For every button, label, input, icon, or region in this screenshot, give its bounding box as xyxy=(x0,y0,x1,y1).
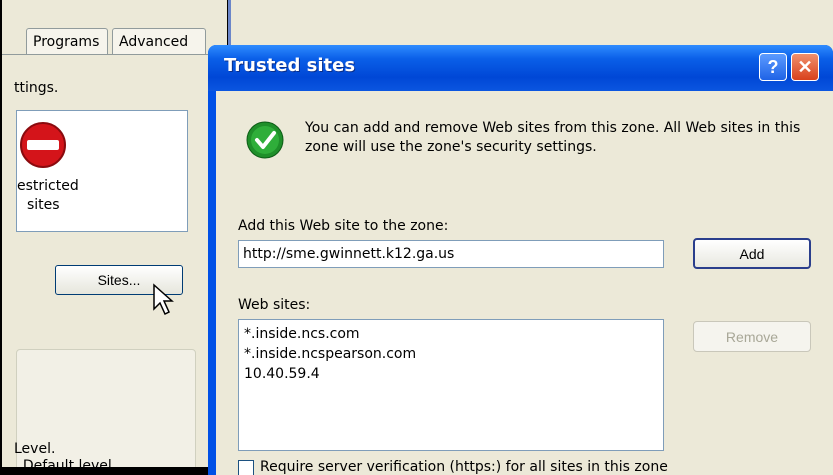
mouse-cursor-icon xyxy=(153,283,174,316)
internet-options-window: Programs Advanced ttings. estricted site… xyxy=(2,0,227,467)
intro-text: You can add and remove Web sites from th… xyxy=(305,120,801,155)
trusted-sites-dialog: Trusted sites ? ✕ You can add and remove… xyxy=(208,45,833,475)
settings-text: ttings. xyxy=(14,80,59,96)
tab-programs[interactable]: Programs xyxy=(26,28,108,54)
websites-list[interactable]: *.inside.ncs.com *.inside.ncspearson.com… xyxy=(238,319,664,451)
title-bar[interactable]: Trusted sites ? ✕ xyxy=(208,45,833,91)
close-button[interactable]: ✕ xyxy=(791,53,819,81)
tab-advanced[interactable]: Advanced xyxy=(112,28,206,54)
level-text: Level. xyxy=(14,441,56,457)
tab-divider xyxy=(2,54,227,55)
dialog-body: You can add and remove Web sites from th… xyxy=(216,91,833,475)
checkmark-icon xyxy=(246,121,284,159)
restricted-sites-label-line1: estricted xyxy=(17,178,79,194)
list-item[interactable]: 10.40.59.4 xyxy=(244,364,663,384)
default-level-text: . Default level xyxy=(14,458,112,467)
zones-list[interactable]: estricted sites xyxy=(16,110,188,232)
require-https-label: Require server verification (https:) for… xyxy=(260,459,668,475)
dialog-title: Trusted sites xyxy=(224,55,356,76)
restricted-sites-icon xyxy=(20,122,66,168)
list-item[interactable]: *.inside.ncs.com xyxy=(244,324,663,344)
add-site-label: Add this Web site to the zone: xyxy=(238,218,449,234)
list-item[interactable]: *.inside.ncspearson.com xyxy=(244,344,663,364)
restricted-sites-label-line2: sites xyxy=(27,197,60,213)
websites-label: Web sites: xyxy=(238,297,311,313)
require-https-checkbox[interactable] xyxy=(238,460,254,475)
website-url-input[interactable] xyxy=(238,240,664,268)
add-button[interactable]: Add xyxy=(693,238,811,269)
remove-button[interactable]: Remove xyxy=(693,321,811,352)
help-button[interactable]: ? xyxy=(759,53,787,81)
